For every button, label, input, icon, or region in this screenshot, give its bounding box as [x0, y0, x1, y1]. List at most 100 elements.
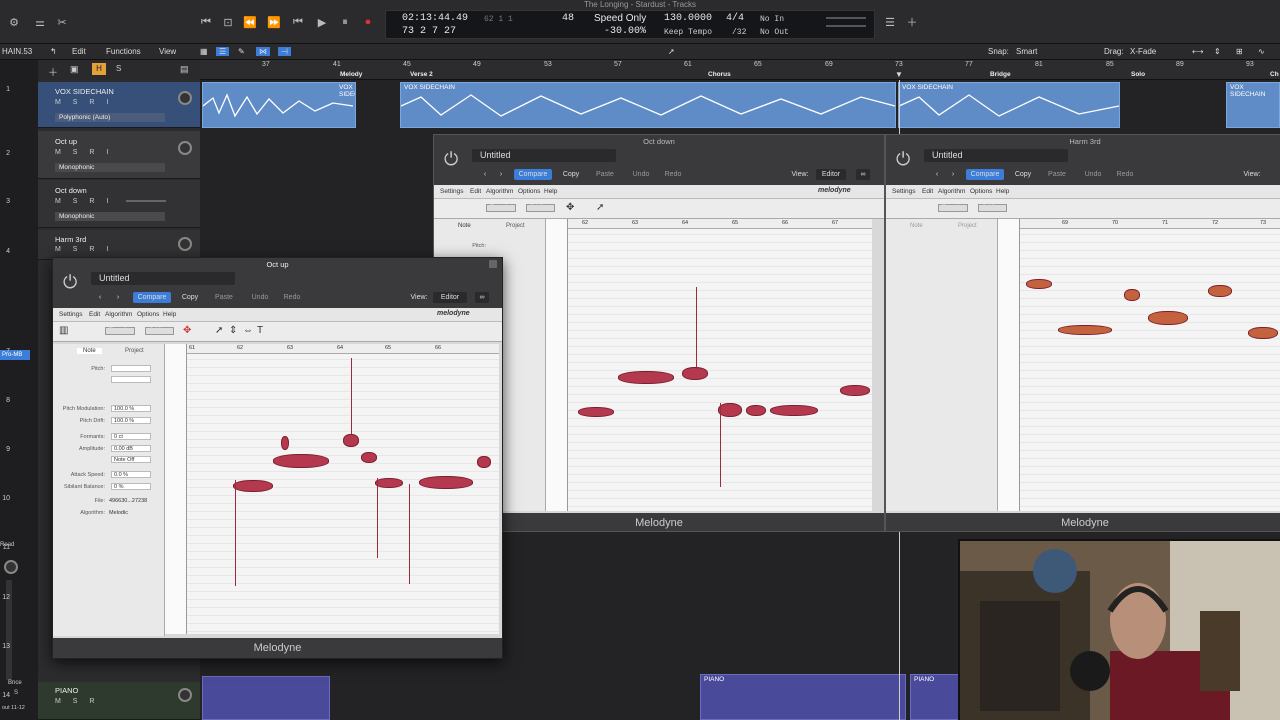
tab-project[interactable]: Project	[125, 348, 144, 354]
waveform-zoom-icon[interactable]: ∿	[1258, 47, 1265, 56]
note-blob[interactable]	[233, 480, 273, 492]
marker-verse-2[interactable]: Verse 2	[410, 71, 433, 78]
transfer-button[interactable]: Transfer	[486, 204, 517, 212]
view-dropdown[interactable]: Editor	[433, 292, 467, 303]
close-icon[interactable]	[489, 260, 497, 268]
track-buttons[interactable]: M S R I	[55, 198, 113, 205]
melodyne-window-oct-up[interactable]: Oct up ⏻ Untitled ‹ › Compare Copy Paste…	[52, 257, 503, 659]
piano-keys[interactable]	[998, 219, 1020, 511]
marker-chorus[interactable]: Chorus	[708, 71, 731, 78]
compare-button[interactable]: Compare	[133, 292, 171, 303]
rewind-icon[interactable]: ⏪	[240, 13, 260, 31]
main-tool-icon[interactable]: ✥	[183, 325, 191, 336]
link-icon[interactable]: ∞	[856, 169, 870, 180]
scale-button[interactable]: G Minor	[145, 327, 175, 335]
md-menu-options[interactable]: Options	[137, 311, 159, 318]
pencil-icon[interactable]: ✎	[238, 47, 245, 56]
note-editor[interactable]: 69 70 71 72 73	[998, 219, 1280, 511]
pitch-value-2[interactable]	[111, 376, 151, 383]
note-blob[interactable]	[840, 385, 870, 396]
melodyne-window-harm-3rd[interactable]: Harm 3rd ⏻ Untitled ‹ › Compare Copy Pas…	[885, 134, 1280, 532]
stop-icon[interactable]: ⏸	[335, 13, 355, 31]
lcd-signature[interactable]: 4/4	[726, 13, 744, 24]
marker-melody[interactable]: Melody	[340, 71, 362, 78]
pointer-tool-icon[interactable]: ➚	[215, 325, 223, 336]
marker-solo[interactable]: Solo	[1131, 71, 1145, 78]
copy-button[interactable]: Copy	[556, 169, 586, 180]
preset-dropdown[interactable]: Untitled	[472, 149, 616, 162]
lcd-mode[interactable]: Speed Only	[594, 13, 646, 24]
text-tool-icon[interactable]: T	[257, 325, 263, 336]
track-row-oct-down[interactable]: Oct down M S R I Monophonic	[38, 180, 200, 228]
snap-dropdown[interactable]: Smart	[1016, 47, 1037, 56]
cycle-icon[interactable]: ⊡	[218, 13, 238, 31]
audio-region[interactable]: VOX SIDECHAIN	[1226, 82, 1280, 128]
track-row-piano[interactable]: PIANO M S R	[38, 682, 200, 720]
time-tool-icon[interactable]: ⇔	[243, 325, 253, 336]
copy-button[interactable]: Copy	[1008, 169, 1038, 180]
tab-project[interactable]: Project	[958, 223, 977, 229]
power-icon[interactable]: ⏻	[63, 272, 77, 293]
undo-button[interactable]: Undo	[628, 169, 654, 180]
mixer-icon[interactable]: ⚌	[30, 13, 50, 31]
bounce-button[interactable]: Bnce	[8, 680, 22, 686]
note-blob[interactable]	[618, 371, 674, 384]
md-menu-settings[interactable]: Settings	[440, 188, 464, 195]
undo-button[interactable]: Undo	[1080, 169, 1106, 180]
scale-button[interactable]: G Minor	[526, 204, 556, 212]
undo-button[interactable]: Undo	[247, 292, 273, 303]
note-blob[interactable]	[770, 405, 818, 416]
md-menu-edit[interactable]: Edit	[470, 188, 481, 195]
pitch-tool-icon[interactable]: ⇕	[229, 325, 237, 336]
md-menu-options[interactable]: Options	[518, 188, 540, 195]
note-blob[interactable]	[375, 478, 403, 488]
folder-icon[interactable]: ▣	[70, 64, 79, 75]
power-icon[interactable]: ⏻	[896, 149, 910, 170]
flex-mode-dropdown[interactable]: Monophonic	[55, 163, 165, 172]
tab-project[interactable]: Project	[506, 223, 525, 229]
md-menu-help[interactable]: Help	[163, 311, 176, 318]
transfer-button[interactable]: Transfer	[938, 204, 969, 212]
editor-ruler[interactable]: 62 63 64 65 66 67	[568, 219, 872, 229]
paste-button[interactable]: Paste	[1042, 169, 1072, 180]
zoom-v-icon[interactable]: ⇕	[1214, 47, 1221, 56]
copy-button[interactable]: Copy	[175, 292, 205, 303]
pointer-tool-icon[interactable]: ➚	[668, 47, 675, 56]
preset-dropdown[interactable]: Untitled	[924, 149, 1068, 162]
md-menu-options[interactable]: Options	[970, 188, 992, 195]
note-blob[interactable]	[1058, 325, 1112, 335]
pan-knob[interactable]	[178, 141, 192, 155]
pitch-mod-value[interactable]: 100.0 %	[111, 405, 151, 412]
redo-button[interactable]: Redo	[279, 292, 305, 303]
amplitude-value[interactable]: 0.00 dB	[111, 445, 151, 452]
prev-preset-icon[interactable]: ‹	[930, 169, 944, 180]
track-buttons[interactable]: M S R I	[55, 246, 113, 253]
track-row-harm-3rd[interactable]: Harm 3rd M S R I	[38, 230, 200, 260]
pan-knob[interactable]	[178, 91, 192, 105]
note-blob[interactable]	[578, 407, 614, 417]
scale-button[interactable]: G Minor	[978, 204, 1008, 212]
md-menu-help[interactable]: Help	[544, 188, 557, 195]
track-name[interactable]: PIANO	[55, 686, 78, 695]
attack-speed-value[interactable]: 0.0 %	[111, 471, 151, 478]
link-icon[interactable]: ∞	[475, 292, 489, 303]
compare-button[interactable]: Compare	[514, 169, 552, 180]
track-name[interactable]: Oct up	[55, 137, 77, 146]
note-blob[interactable]	[1208, 285, 1232, 297]
power-icon[interactable]: ⏻	[444, 149, 458, 170]
track-name[interactable]: VOX SIDECHAIN	[55, 87, 114, 96]
compare-button[interactable]: Compare	[966, 169, 1004, 180]
note-off-button[interactable]: Note Off	[111, 456, 151, 463]
pitch-drift-value[interactable]: 100.0 %	[111, 417, 151, 424]
flex-mode-dropdown[interactable]: Polyphonic (Auto)	[55, 113, 165, 122]
pitch-value[interactable]	[111, 365, 151, 372]
pointer-tool-icon[interactable]: ➚	[596, 202, 604, 213]
note-blob[interactable]	[682, 367, 708, 380]
rewind-to-start-icon[interactable]: ⏮	[196, 13, 216, 31]
list-editor-icon[interactable]: ☰	[880, 13, 900, 31]
main-tool-icon[interactable]: ✥	[566, 202, 574, 213]
track-row-oct-up[interactable]: Oct up M S R I Monophonic	[38, 131, 200, 179]
inspector-knob[interactable]	[4, 560, 18, 574]
tab-note[interactable]: Note	[458, 223, 471, 229]
tab-note[interactable]: Note	[910, 223, 923, 229]
